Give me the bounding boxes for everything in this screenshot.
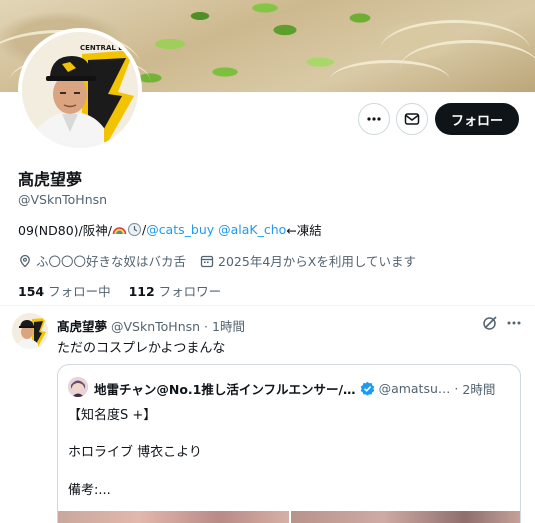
quote-media-image-2[interactable] xyxy=(291,511,520,523)
bio-suffix: ←凍結 xyxy=(286,223,322,238)
follow-button[interactable]: フォロー xyxy=(435,103,519,135)
profile-avatar-image: CENTRAL LEAGUE xyxy=(22,32,138,148)
quoted-tweet[interactable]: 地雷チャン@No.1推し活インフルエンサー/… @amatsu… · 2時間 【… xyxy=(57,364,521,523)
location-pin-icon xyxy=(20,254,30,267)
profile-handle: @VSknToHnsn xyxy=(18,192,108,207)
quote-line-3: 備考:... xyxy=(68,483,111,498)
quote-header: 地雷チャン@No.1推し活インフルエンサー/… @amatsu… · 2時間 xyxy=(94,379,495,398)
tweet-author-handle[interactable]: @VSknToHnsn xyxy=(111,319,200,334)
message-button[interactable] xyxy=(396,103,428,135)
following-link[interactable]: 154 フォロー中 xyxy=(18,284,111,299)
profile-joined: 2025年4月からXを利用しています xyxy=(200,251,416,270)
quote-line-2: ホロライブ 博衣こより xyxy=(68,445,202,460)
calendar-icon xyxy=(200,255,214,267)
tweet-text: ただのコスプレかよつまんな xyxy=(57,341,226,356)
section-divider xyxy=(0,305,535,306)
tweet-more-button[interactable] xyxy=(505,314,523,336)
more-options-button[interactable] xyxy=(358,103,390,135)
rainbow-icon xyxy=(112,227,127,235)
envelope-icon xyxy=(404,113,420,125)
more-horizontal-icon xyxy=(367,117,381,121)
profile-display-name: 髙虎望夢 xyxy=(18,170,83,189)
following-label: フォロー中 xyxy=(48,284,111,299)
quote-media-image-1[interactable] xyxy=(58,511,289,523)
tweet-author-name[interactable]: 髙虎望夢 xyxy=(57,319,107,334)
followers-link[interactable]: 112 フォロワー xyxy=(129,284,222,299)
tweet-time[interactable]: 1時間 xyxy=(212,319,245,334)
profile-follow-counts: 154 フォロー中 112 フォロワー xyxy=(18,281,221,300)
profile-location-text: ふ〇〇〇好きな奴はバカ舌 xyxy=(36,254,187,269)
tweet-author-avatar-image xyxy=(12,313,48,349)
quote-separator: · xyxy=(454,381,459,396)
quote-author-avatar[interactable] xyxy=(68,377,88,397)
tweet-header: 髙虎望夢 @VSknToHnsn · 1時間 xyxy=(57,316,245,335)
grok-button[interactable] xyxy=(481,314,499,336)
tweet-author-avatar[interactable] xyxy=(12,313,48,349)
profile-joined-text: 2025年4月からXを利用しています xyxy=(218,254,416,269)
quote-author-name[interactable]: 地雷チャン@No.1推し活インフルエンサー/… xyxy=(94,379,356,398)
bio-mention-cats-buy[interactable]: @cats_buy xyxy=(146,222,214,237)
tweet-separator: · xyxy=(204,319,209,334)
bio-mention-alak-cho[interactable]: @alaK_cho xyxy=(218,222,286,237)
more-horizontal-icon xyxy=(507,321,521,325)
following-count: 154 xyxy=(18,284,45,299)
profile-avatar[interactable]: CENTRAL LEAGUE xyxy=(18,28,142,152)
clock-icon xyxy=(127,222,142,237)
profile-bio: 09(ND80)/阪神/ / @cats_buy @alaK_cho ←凍結 xyxy=(18,220,322,239)
quote-time[interactable]: 2時間 xyxy=(462,379,495,398)
followers-count: 112 xyxy=(128,284,155,299)
quote-line-1: 【知名度S +】 xyxy=(68,408,157,423)
profile-location: ふ〇〇〇好きな奴はバカ舌 xyxy=(18,251,186,270)
profile-meta: ふ〇〇〇好きな奴はバカ舌 2025年4月からXを利用しています xyxy=(18,251,416,270)
quote-author-handle[interactable]: @amatsu… xyxy=(379,381,451,396)
followers-label: フォロワー xyxy=(158,284,222,299)
verified-badge-icon xyxy=(360,381,374,396)
quote-author-avatar-image xyxy=(68,377,88,397)
grok-icon xyxy=(483,316,497,330)
bio-prefix: 09(ND80)/阪神/ xyxy=(18,223,112,238)
